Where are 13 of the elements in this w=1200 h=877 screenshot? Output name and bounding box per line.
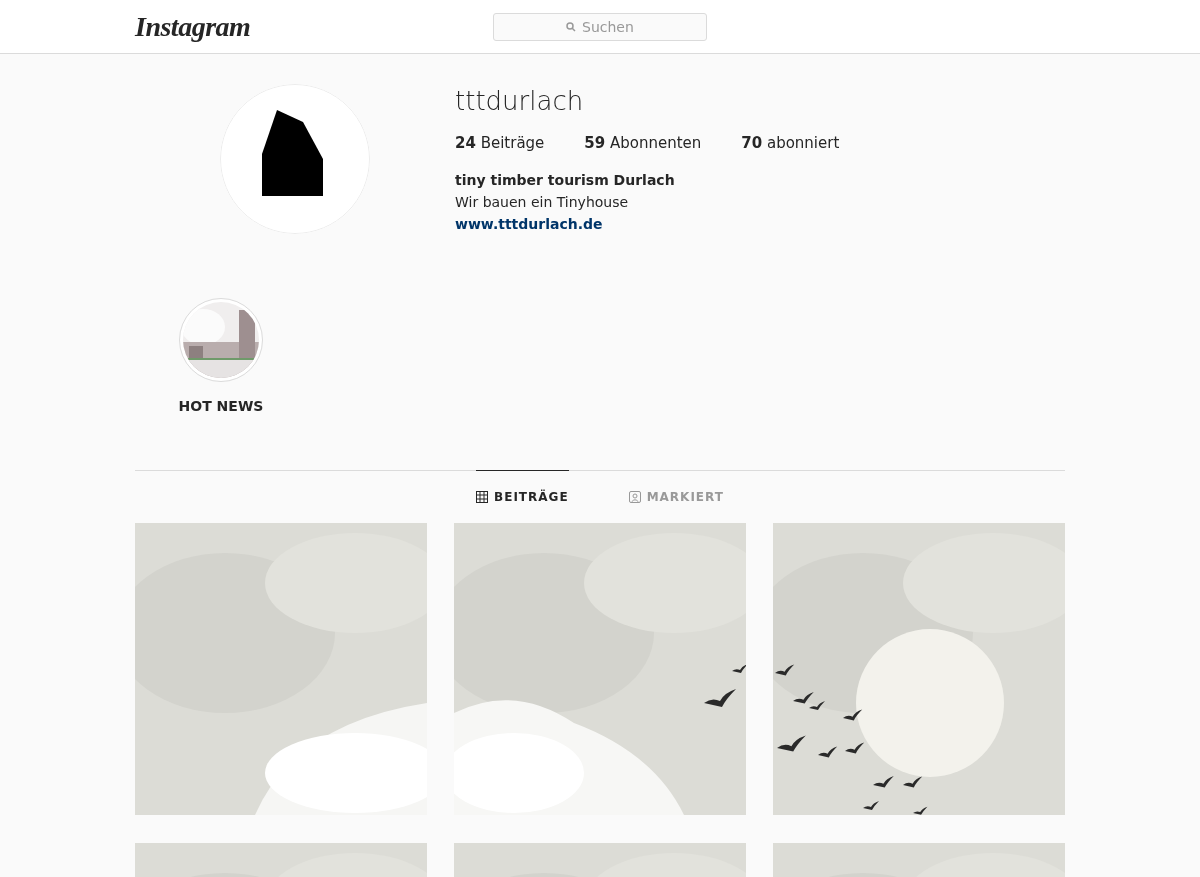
person-tag-icon [628, 490, 641, 503]
stat-count[interactable]: 59 Abonnenten [584, 134, 702, 152]
stat-count[interactable]: 24 Beiträge [455, 134, 545, 152]
logo[interactable]: Instagram [135, 10, 493, 43]
bio-text: Wir bauen ein Tinyhouse [455, 194, 630, 210]
search-field[interactable]: Suchen [493, 12, 707, 41]
tab[interactable]: BEITRÄGE [476, 470, 569, 522]
highlight-label[interactable]: HOT NEWS [178, 398, 264, 414]
username: tttdurlach [455, 86, 585, 116]
stat-count[interactable]: 70 abonniert [741, 134, 840, 152]
website-link[interactable]: www.tttdurlach.de [455, 216, 603, 232]
full-name: tiny timber tourism Durlach [455, 172, 676, 188]
grid-icon [476, 490, 489, 503]
